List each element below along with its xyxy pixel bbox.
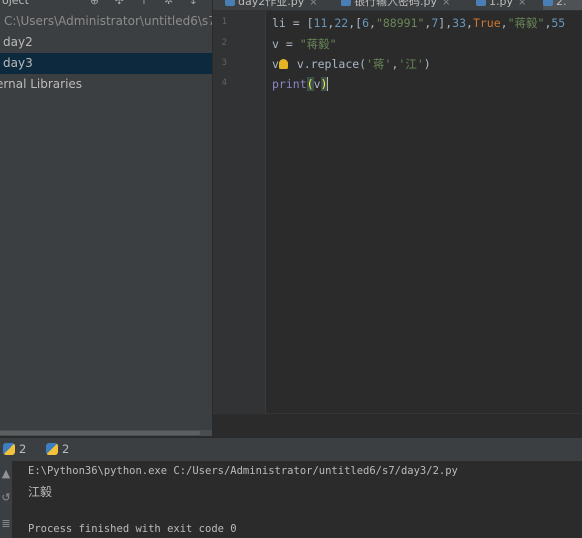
code-token: v: [272, 57, 279, 71]
close-icon[interactable]: ×: [309, 0, 317, 8]
run-tab-label: 2: [62, 442, 70, 456]
tab-label: day2作业.py: [238, 0, 305, 8]
line-number: 2: [221, 38, 227, 48]
code-number: 33: [452, 16, 466, 30]
run-tab-label: 2: [19, 442, 27, 456]
close-icon[interactable]: ×: [442, 0, 450, 8]
soft-wrap-icon[interactable]: ≣: [0, 517, 12, 530]
code-number: 22: [334, 16, 349, 30]
code-builtin: print: [272, 77, 307, 91]
code-keyword: True: [472, 16, 501, 30]
tree-item-label: day3: [3, 56, 33, 70]
code-token: ,: [500, 16, 508, 30]
python-file-icon: [225, 0, 235, 6]
tree-item-label: C:\Users\Administrator\untitled6\s7: [4, 14, 212, 28]
code-token: ,: [466, 16, 473, 30]
rerun-icon[interactable]: ↺: [0, 491, 12, 504]
code-token: v.replace(: [289, 57, 367, 71]
project-panel-tools-icon[interactable]: ⊕ ✣ ↑ ✲ ↕: [90, 0, 204, 7]
tab-2-py-active[interactable]: 2.: [543, 0, 582, 10]
editor-bottom-area: [213, 413, 582, 437]
text-cursor: [327, 77, 329, 91]
console-output: 江毅: [28, 485, 53, 499]
run-panel-header: 2 2: [0, 437, 582, 461]
project-panel: oject ⊕ ✣ ↑ ✲ ↕ C:\Users\Administrator\u…: [0, 0, 212, 436]
run-tab-1[interactable]: 2: [3, 438, 26, 461]
line-number-gutter[interactable]: 1 2 3 4: [213, 11, 266, 413]
lightbulb-icon[interactable]: [278, 59, 288, 69]
line-number: 3: [221, 58, 227, 68]
code-string: "蒋毅": [299, 37, 337, 51]
code-line-4[interactable]: print(v): [272, 74, 329, 94]
code-string: '江': [398, 57, 424, 71]
python-file-icon: [543, 0, 553, 6]
code-number: 11: [313, 16, 328, 30]
project-panel-title: oject: [2, 0, 29, 7]
python-file-icon: [341, 0, 351, 6]
code-token: ],: [438, 16, 453, 30]
line-number: 1: [221, 17, 227, 27]
code-string: "蒋毅": [507, 16, 545, 30]
run-console[interactable]: E:\Python36\python.exe C:/Users/Administ…: [13, 461, 582, 538]
code-paren: (: [306, 77, 314, 91]
line-number: 4: [221, 78, 227, 88]
code-token: ,: [369, 16, 376, 30]
python-icon: [46, 443, 58, 455]
code-editor[interactable]: li = [11,22,[6,"88991",7],33,True,"蒋毅",5…: [266, 11, 582, 413]
tree-item-external-libraries[interactable]: ernal Libraries: [0, 74, 212, 95]
project-panel-header: oject ⊕ ✣ ↑ ✲ ↕: [0, 0, 212, 10]
code-paren: ): [320, 77, 328, 91]
tree-item-label: day2: [3, 35, 33, 49]
code-line-3[interactable]: v v.replace('蒋','江'): [272, 54, 431, 74]
code-token: v =: [272, 37, 300, 51]
code-token: ,[: [348, 16, 363, 30]
python-file-icon: [476, 0, 486, 6]
tree-item-label: ernal Libraries: [0, 77, 83, 91]
editor-tab-bar: day2作业.py × 银行输入密码.py × 1.py × 2.: [213, 0, 582, 11]
project-horizontal-scrollbar[interactable]: [0, 430, 212, 436]
tab-1-py[interactable]: 1.py ×: [476, 0, 526, 10]
run-tab-2[interactable]: 2: [46, 438, 69, 461]
close-icon[interactable]: ×: [518, 0, 526, 8]
code-token: li = [: [272, 16, 314, 30]
scrollbar-thumb[interactable]: [0, 431, 200, 435]
console-command: E:\Python36\python.exe C:/Users/Administ…: [28, 465, 458, 477]
tab-bank-password[interactable]: 银行输入密码.py ×: [341, 0, 450, 10]
code-string: '蒋': [366, 57, 392, 71]
tree-item-day2[interactable]: day2: [0, 32, 212, 53]
python-icon: [3, 443, 15, 455]
code-token: v: [313, 77, 321, 91]
tab-day2-homework[interactable]: day2作业.py ×: [225, 0, 318, 10]
run-toolbar: ▲ ↺ ≣: [0, 461, 12, 538]
scroll-up-icon[interactable]: ▲: [0, 467, 12, 480]
tab-label: 1.py: [489, 0, 513, 8]
console-exit-message: Process finished with exit code 0: [28, 523, 237, 535]
code-number: 55: [551, 16, 566, 30]
tree-item-root-path[interactable]: C:\Users\Administrator\untitled6\s7: [0, 11, 212, 32]
code-line-1[interactable]: li = [11,22,[6,"88991",7],33,True,"蒋毅",5…: [272, 13, 565, 33]
code-number: 6: [362, 16, 369, 30]
tab-label: 银行输入密码.py: [354, 0, 437, 8]
tab-label: 2.: [556, 0, 567, 8]
tree-item-day3[interactable]: day3: [0, 53, 212, 74]
code-string: "88991": [375, 16, 425, 30]
code-line-2[interactable]: v = "蒋毅": [272, 34, 337, 54]
code-token: ): [423, 57, 431, 71]
